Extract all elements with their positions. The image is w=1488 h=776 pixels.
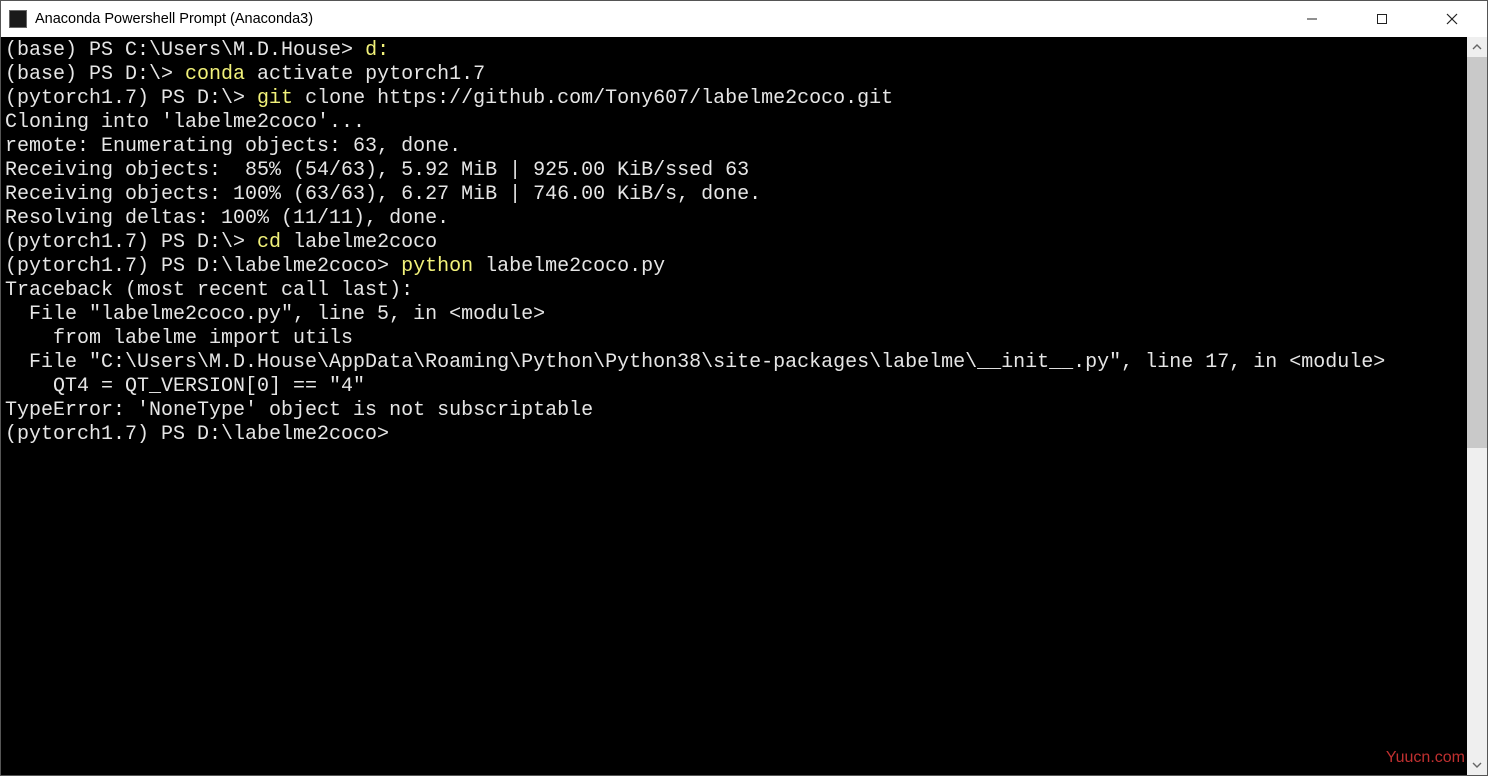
output-text: Cloning into 'labelme2coco'... <box>5 111 365 134</box>
command-token: git <box>257 87 293 110</box>
terminal-line: (base) PS D:\> conda activate pytorch1.7 <box>5 63 1463 87</box>
terminal-output[interactable]: (base) PS C:\Users\M.D.House> d:(base) P… <box>1 37 1467 775</box>
output-text: (pytorch1.7) PS D:\> <box>5 231 257 254</box>
terminal-line: File "C:\Users\M.D.House\AppData\Roaming… <box>5 351 1463 375</box>
command-token: cd <box>257 231 281 254</box>
output-text: QT4 = QT_VERSION[0] == "4" <box>5 375 365 398</box>
app-icon <box>9 10 27 28</box>
maximize-button[interactable] <box>1347 1 1417 37</box>
terminal-line: File "labelme2coco.py", line 5, in <modu… <box>5 303 1463 327</box>
output-text: (pytorch1.7) PS D:\> <box>5 87 257 110</box>
terminal-line: QT4 = QT_VERSION[0] == "4" <box>5 375 1463 399</box>
terminal-line: (pytorch1.7) PS D:\labelme2coco> <box>5 423 1463 447</box>
command-token: conda <box>185 63 245 86</box>
command-token: python <box>401 255 473 278</box>
titlebar[interactable]: Anaconda Powershell Prompt (Anaconda3) <box>1 1 1487 37</box>
terminal-line: (pytorch1.7) PS D:\> cd labelme2coco <box>5 231 1463 255</box>
output-text: labelme2coco.py <box>473 255 665 278</box>
terminal-line: Receiving objects: 85% (54/63), 5.92 MiB… <box>5 159 1463 183</box>
terminal-line: Cloning into 'labelme2coco'... <box>5 111 1463 135</box>
scroll-down-icon[interactable] <box>1467 755 1487 775</box>
terminal-line: from labelme import utils <box>5 327 1463 351</box>
close-button[interactable] <box>1417 1 1487 37</box>
output-text: (pytorch1.7) PS D:\labelme2coco> <box>5 255 401 278</box>
window-title: Anaconda Powershell Prompt (Anaconda3) <box>35 11 313 27</box>
terminal-line: Resolving deltas: 100% (11/11), done. <box>5 207 1463 231</box>
command-token: d: <box>365 39 389 62</box>
output-text: (base) PS D:\> <box>5 63 185 86</box>
client-area: (base) PS C:\Users\M.D.House> d:(base) P… <box>1 37 1487 775</box>
terminal-line: Receiving objects: 100% (63/63), 6.27 Mi… <box>5 183 1463 207</box>
output-text: Receiving objects: 100% (63/63), 6.27 Mi… <box>5 183 761 206</box>
output-text: Resolving deltas: 100% (11/11), done. <box>5 207 449 230</box>
scroll-up-icon[interactable] <box>1467 37 1487 57</box>
output-text: File "C:\Users\M.D.House\AppData\Roaming… <box>5 351 1385 374</box>
output-text: clone https://github.com/Tony607/labelme… <box>293 87 893 110</box>
output-text: (base) PS C:\Users\M.D.House> <box>5 39 365 62</box>
minimize-button[interactable] <box>1277 1 1347 37</box>
output-text: (pytorch1.7) PS D:\labelme2coco> <box>5 423 389 446</box>
vertical-scrollbar[interactable] <box>1467 37 1487 775</box>
output-text: from labelme import utils <box>5 327 353 350</box>
terminal-line: remote: Enumerating objects: 63, done. <box>5 135 1463 159</box>
output-text: Traceback (most recent call last): <box>5 279 413 302</box>
scrollbar-track[interactable] <box>1467 57 1487 755</box>
output-text: Receiving objects: 85% (54/63), 5.92 MiB… <box>5 159 749 182</box>
terminal-line: (pytorch1.7) PS D:\labelme2coco> python … <box>5 255 1463 279</box>
output-text: File "labelme2coco.py", line 5, in <modu… <box>5 303 545 326</box>
output-text: activate pytorch1.7 <box>245 63 485 86</box>
terminal-line: (base) PS C:\Users\M.D.House> d: <box>5 39 1463 63</box>
terminal-line: (pytorch1.7) PS D:\> git clone https://g… <box>5 87 1463 111</box>
scrollbar-thumb[interactable] <box>1467 57 1487 448</box>
app-window: Anaconda Powershell Prompt (Anaconda3) (… <box>0 0 1488 776</box>
output-text: labelme2coco <box>281 231 437 254</box>
window-controls <box>1277 1 1487 37</box>
output-text: TypeError: 'NoneType' object is not subs… <box>5 399 593 422</box>
terminal-line: TypeError: 'NoneType' object is not subs… <box>5 399 1463 423</box>
terminal-line: Traceback (most recent call last): <box>5 279 1463 303</box>
output-text: remote: Enumerating objects: 63, done. <box>5 135 461 158</box>
